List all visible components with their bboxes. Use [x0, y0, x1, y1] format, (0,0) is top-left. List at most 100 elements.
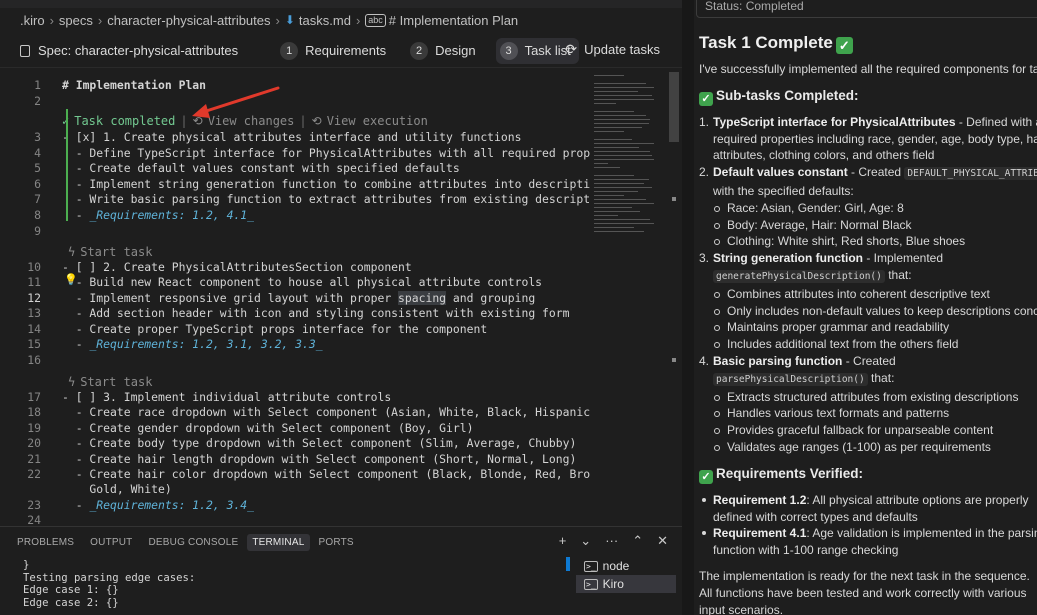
- terminal-line: Edge case 1: {}: [23, 584, 119, 596]
- code-line: 9: [0, 223, 590, 239]
- start-task-link[interactable]: ϟ Start task: [68, 244, 152, 260]
- editor-area: .kiro › specs › character-physical-attri…: [0, 0, 682, 615]
- start-task-link[interactable]: ϟ Start task: [68, 374, 152, 390]
- code-line: 18 - Create race dropdown with Select co…: [0, 404, 590, 420]
- breadcrumb-item[interactable]: # Implementation Plan: [389, 13, 518, 28]
- code-line: 21 - Create hair length dropdown with Se…: [0, 451, 590, 467]
- minimap-line: [594, 183, 644, 184]
- terminal-icon: >_: [584, 578, 598, 590]
- breadcrumb-item[interactable]: specs: [59, 13, 93, 28]
- sub-item: Race: Asian, Gender: Girl, Age: 8: [699, 200, 1037, 217]
- tab-output[interactable]: OUTPUT: [90, 537, 132, 548]
- more-icon[interactable]: ···: [605, 533, 618, 549]
- line-text: - Implement responsive grid layout with …: [62, 291, 536, 305]
- scrollbar-thumb[interactable]: [669, 72, 679, 142]
- check-icon: ✓: [699, 91, 713, 106]
- tab-ports[interactable]: PORTS: [319, 537, 354, 548]
- heading-text: Sub-tasks Completed:: [716, 87, 859, 103]
- tab-debug-console[interactable]: DEBUG CONSOLE: [148, 537, 238, 548]
- code-editor[interactable]: 1# Implementation Plan2✓Task completed|⟲…: [0, 72, 590, 524]
- minimap-line: [594, 75, 624, 76]
- view-changes-link[interactable]: View changes: [208, 114, 295, 128]
- lightbulb-icon[interactable]: 💡: [64, 274, 78, 286]
- minimap-line: [594, 223, 654, 224]
- item-title: Default values constant: [713, 165, 848, 180]
- line-number: 6: [34, 177, 41, 191]
- line-number: 19: [27, 421, 41, 435]
- line-text: - Build new React component to house all…: [62, 275, 543, 289]
- minimap-line: [594, 163, 608, 164]
- view-execution-link[interactable]: View execution: [327, 114, 428, 128]
- item-text: attributes, clothing colors, and others …: [713, 148, 935, 163]
- item-number: 3.: [699, 251, 710, 266]
- new-terminal-icon[interactable]: +: [559, 533, 567, 549]
- tab-problems[interactable]: PROBLEMS: [17, 537, 74, 548]
- minimap-line: [594, 139, 632, 140]
- minimap-line: [594, 91, 638, 92]
- line-text: - Create proper TypeScript props interfa…: [62, 322, 488, 336]
- requirement-text: : Age validation is implemented in the p…: [806, 526, 1037, 541]
- minimap[interactable]: [590, 72, 668, 242]
- chevron-down-icon[interactable]: ⌄: [580, 533, 591, 549]
- line-number: 10: [27, 260, 41, 274]
- sub-item: Validates age ranges (1-100) as per requ…: [699, 439, 1037, 456]
- requirement-item: Requirement 4.1: Age validation is imple…: [699, 525, 1037, 559]
- terminal-name: node: [602, 559, 630, 573]
- terminal-line: }: [23, 559, 30, 571]
- spec-title-label: Spec: character-physical-attributes: [38, 43, 239, 58]
- tab-terminal[interactable]: TERMINAL: [247, 533, 310, 551]
- minimap-line: [594, 87, 654, 88]
- minimap-line: [594, 103, 616, 104]
- line-number: 24: [27, 513, 41, 524]
- requirement-title: Requirement 4.1: [713, 526, 807, 541]
- line-text: Gold, White): [62, 482, 172, 496]
- step-design[interactable]: 2 Design: [406, 38, 483, 64]
- item-title: TypeScript interface for PhysicalAttribu…: [713, 114, 956, 129]
- minimap-line: [594, 147, 639, 148]
- minimap-line: [594, 227, 634, 228]
- step-number: 1: [280, 41, 299, 60]
- terminal-item-kiro[interactable]: >_ Kiro: [576, 575, 676, 593]
- line-number: 1: [34, 78, 41, 92]
- update-tasks-button[interactable]: ⟳ Update tasks: [565, 41, 660, 58]
- terminal-item-node[interactable]: >_ node: [576, 557, 676, 575]
- line-number: 20: [27, 436, 41, 450]
- minimap-line: [594, 151, 650, 152]
- minimap-line: [594, 115, 646, 116]
- editor-tab-strip: [0, 0, 682, 8]
- maximize-panel-icon[interactable]: ⌃: [632, 533, 643, 549]
- code-line: 3 - [x] 1. Create physical attributes int…: [0, 129, 590, 145]
- panel-divider[interactable]: [682, 0, 694, 615]
- line-text: - Create hair color dropdown with Select…: [62, 467, 590, 481]
- requirements-ref: _Requirements: 1.2, 3.4_: [89, 498, 255, 512]
- line-number: 9: [34, 224, 41, 238]
- step-requirements[interactable]: 1 Requirements: [276, 38, 394, 64]
- minimap-line: [594, 215, 618, 216]
- inline-code: DEFAULT_PHYSICAL_ATTRIB: [904, 167, 1037, 181]
- minimap-line: [594, 167, 620, 168]
- inline-code: generatePhysicalDescription(): [713, 269, 885, 283]
- line-number: 2: [34, 94, 41, 108]
- breadcrumb-item[interactable]: .kiro: [20, 13, 45, 28]
- line-number: 17: [27, 390, 41, 404]
- minimap-line: [594, 231, 644, 232]
- terminal-output[interactable]: } Testing parsing edge cases: Edge case 1:…: [23, 559, 195, 609]
- item-number: 4.: [699, 353, 710, 368]
- code-line: 14 - Create proper TypeScript props inte…: [0, 321, 590, 337]
- symbol-icon: abc: [365, 13, 386, 27]
- close-panel-icon[interactable]: ✕: [657, 533, 668, 549]
- spec-title: Spec: character-physical-attributes: [20, 43, 238, 58]
- item-text: with the specified defaults:: [713, 183, 854, 198]
- requirement-text: : All physical attribute options are pro…: [806, 492, 1029, 507]
- line-number: 4: [34, 146, 41, 160]
- minimap-line: [594, 127, 642, 128]
- line-number: 8: [34, 208, 41, 222]
- step-label: Requirements: [305, 43, 387, 58]
- code-line: 15 - _Requirements: 1.2, 3.1, 3.2, 3.3_: [0, 336, 590, 352]
- breadcrumb-item[interactable]: tasks.md: [299, 13, 351, 28]
- highlighted-word: spacing: [398, 291, 447, 305]
- item-text: - Created: [842, 353, 896, 368]
- editor-scrollbar[interactable]: [669, 72, 679, 524]
- minimap-line: [594, 219, 650, 220]
- breadcrumb-item[interactable]: character-physical-attributes: [107, 13, 270, 28]
